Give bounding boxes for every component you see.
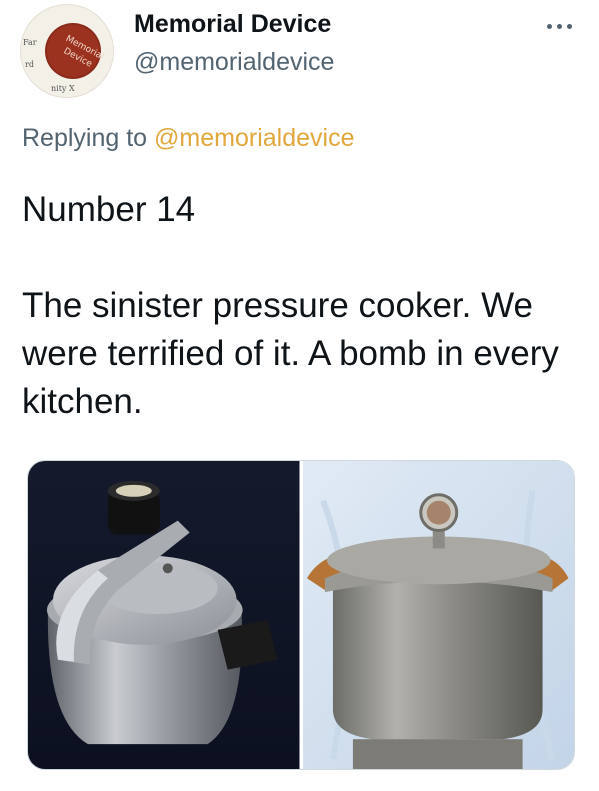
tweet-text-line-2: The sinister pressure cooker. We were te… [22,286,559,421]
pressure-cooker-photo-1[interactable] [28,461,300,769]
author-avatar[interactable]: Far rd nity X Memorial Device [20,4,114,98]
pressure-cooker-photo-2[interactable] [302,461,574,769]
tweet-text: Number 14 The sinister pressure cooker. … [22,186,582,426]
pressure-cooker-icon [28,461,300,769]
tweet-card: Far rd nity X Memorial Device Memorial D… [0,0,599,791]
replying-to-prefix: Replying to [22,124,155,152]
svg-text:nity X: nity X [51,84,75,93]
more-dot [566,23,572,29]
avatar-badge-icon: Far rd nity X Memorial Device [21,5,113,97]
author-display-name[interactable]: Memorial Device [134,10,331,39]
tweet-text-line-1: Number 14 [22,190,196,229]
reply-mention-link[interactable]: @memorialdevice [154,124,354,152]
more-dot [546,23,552,29]
pressure-canner-icon [302,461,574,769]
svg-text:Far: Far [23,38,37,47]
author-handle[interactable]: @memorialdevice [134,48,334,77]
replying-to-line: Replying to @memorialdevice [22,124,354,153]
more-dot [556,23,562,29]
more-horizontal-icon[interactable] [539,14,579,38]
svg-text:rd: rd [25,60,34,69]
media-grid [27,460,575,770]
